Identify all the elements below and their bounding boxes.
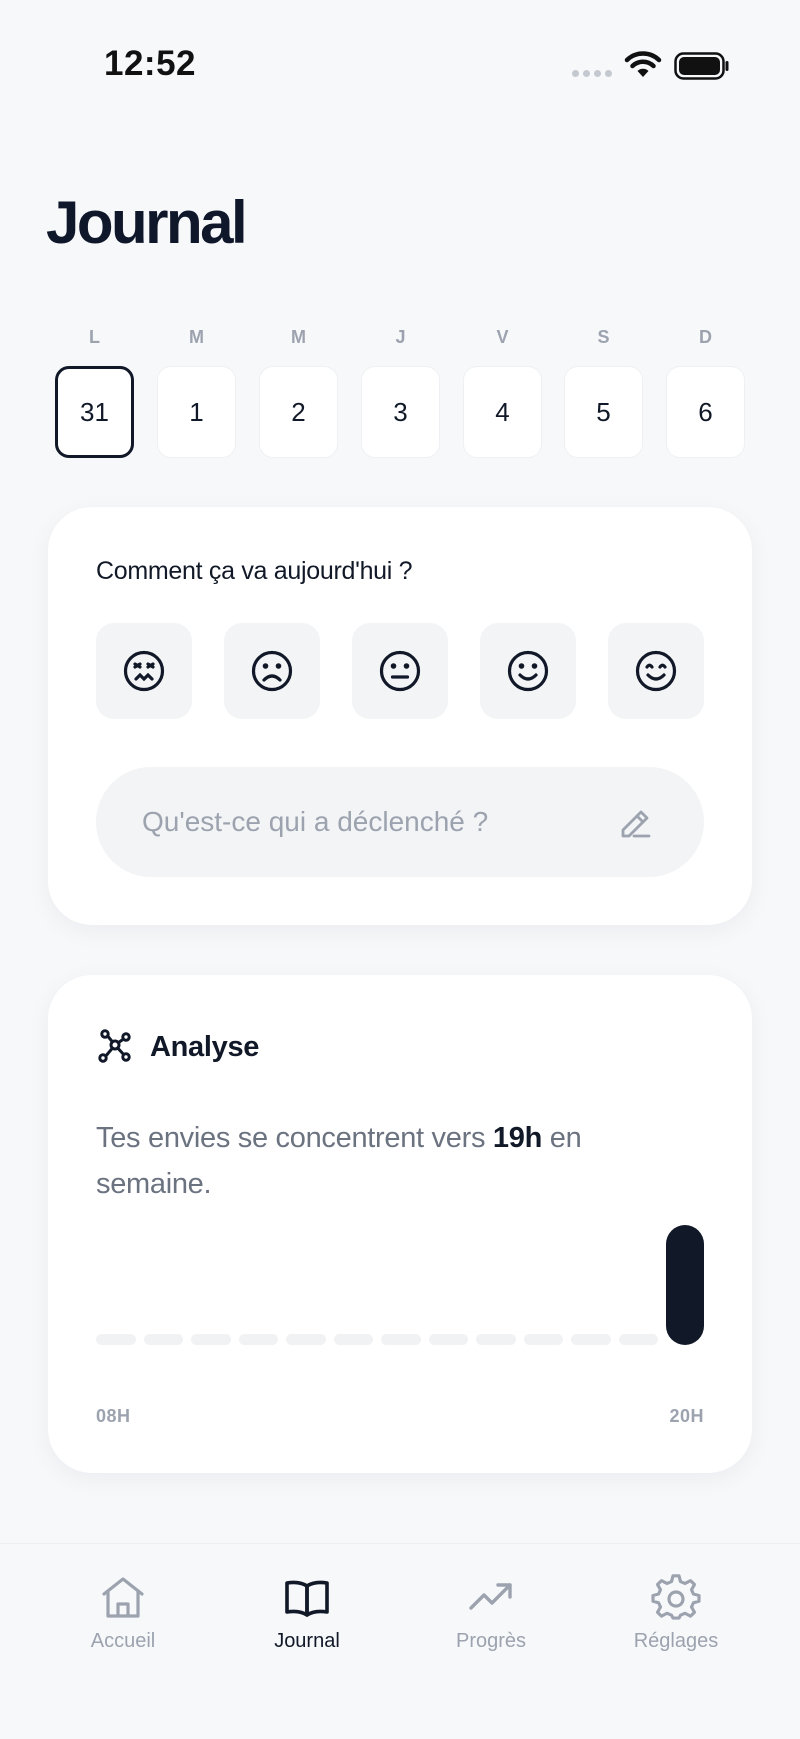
happy-face-icon [635,650,677,692]
smiling-face-icon [507,650,549,692]
analysis-header: Analyse [96,1025,259,1069]
nav-item-progres[interactable]: Progrès [416,1574,566,1653]
day-letter: V [496,327,509,347]
day-date-button[interactable]: 31 [55,366,134,458]
day-date-button[interactable]: 4 [463,366,542,458]
mood-options [96,623,704,719]
day-date-button[interactable]: 6 [666,366,745,458]
day-letter: S [597,327,610,347]
neutral-face-icon [379,650,421,692]
gear-icon [651,1574,701,1620]
page-title: Journal [46,189,248,256]
trigger-input[interactable] [96,767,704,877]
day-letter: J [395,327,406,347]
day-letter: M [291,327,306,347]
battery-icon [674,52,729,80]
hour-bar [571,1334,611,1345]
hour-bar [381,1334,421,1345]
hour-bar [333,1334,374,1345]
sad-face-icon [251,650,293,692]
day-item[interactable]: S 5 [564,322,643,458]
very-angry-face-icon [123,650,165,692]
hour-bar [523,1334,564,1345]
mood-button-bad[interactable] [224,623,320,719]
bottom-nav: Accueil Journal Progrès Réglages [0,1543,800,1739]
nav-label: Réglages [633,1630,719,1652]
mood-button-good[interactable] [480,623,576,719]
analysis-highlight: 19h [492,1122,542,1154]
day-item[interactable]: L 31 [55,322,134,458]
nav-item-accueil[interactable]: Accueil [48,1574,198,1653]
wifi-icon [624,51,662,77]
day-item[interactable]: M 2 [259,322,338,458]
day-date-button[interactable]: 5 [564,366,643,458]
axis-start-label: 08H [96,1406,131,1426]
mood-button-very-bad[interactable] [96,623,192,719]
day-item[interactable]: D 6 [666,322,745,458]
hour-bar [143,1334,184,1345]
pencil-icon[interactable] [618,804,654,840]
mood-question: Comment ça va aujourd'hui ? [96,557,413,585]
mood-card: Comment ça va aujourd'hui ? [48,507,752,925]
mood-button-very-good[interactable] [608,623,704,719]
book-open-icon [285,1580,329,1617]
day-letter: L [89,327,100,347]
nav-label: Progrès [455,1630,527,1652]
hour-bar-peak [666,1225,704,1345]
day-date-button[interactable]: 3 [361,366,440,458]
analysis-text-part: Tes envies se concentrent vers [96,1122,493,1154]
hour-bar [238,1334,279,1345]
hour-bar [96,1334,136,1345]
cellular-signal-icon [572,70,612,77]
hour-bar [428,1334,469,1345]
home-icon [102,1577,144,1618]
analysis-card: Analyse Tes envies se concentrent vers 1… [48,975,752,1473]
mood-button-neutral[interactable] [352,623,448,719]
day-date-button[interactable]: 2 [259,366,338,458]
analysis-summary: Tes envies se concentrent vers 19h en se… [96,1115,656,1207]
day-date-button[interactable]: 1 [157,366,236,458]
nav-label: Journal [274,1630,340,1652]
status-time: 12:52 [104,44,197,83]
hour-bar [191,1334,231,1345]
nav-item-journal[interactable]: Journal [232,1574,382,1653]
hour-distribution-chart [96,1225,706,1345]
status-bar: 12:52 [0,0,800,130]
day-item[interactable]: V 4 [463,322,542,458]
axis-end-label: 20H [669,1406,704,1426]
nav-item-reglages[interactable]: Réglages [601,1574,751,1653]
day-letter: D [699,327,712,347]
day-item[interactable]: M 1 [157,322,236,458]
nav-label: Accueil [90,1630,156,1652]
hour-bar [476,1334,516,1345]
day-item[interactable]: J 3 [361,322,440,458]
hour-bar [618,1334,659,1345]
trending-up-icon [469,1583,512,1610]
graph-nodes-icon [98,1029,131,1063]
day-letter: M [189,327,204,347]
hour-bar [286,1334,326,1345]
analysis-title: Analyse [150,1030,260,1063]
